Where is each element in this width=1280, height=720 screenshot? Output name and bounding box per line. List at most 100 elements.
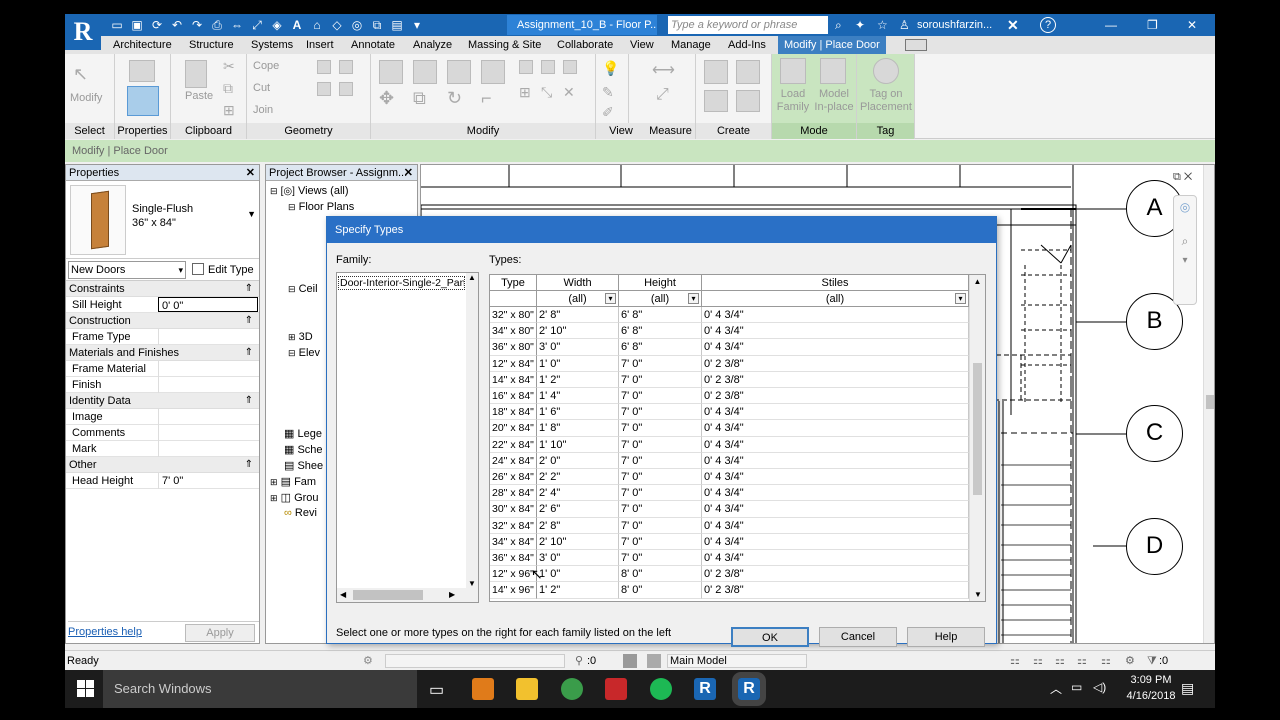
table-row[interactable]: 32" x 80" 2' 8" 6' 8" 0' 4 3/4": [490, 307, 969, 324]
property-value[interactable]: [158, 425, 258, 441]
table-row[interactable]: 16" x 84" 1' 4" 7' 0" 0' 2 3/8": [490, 388, 969, 405]
collapse-icon[interactable]: ⊟: [270, 186, 278, 196]
tab-manage[interactable]: Manage: [671, 36, 711, 54]
table-row[interactable]: 34" x 80" 2' 10" 6' 8" 0' 4 3/4": [490, 323, 969, 340]
cut-geometry-button[interactable]: Cut: [253, 82, 270, 94]
scroll-down-icon[interactable]: ▼: [466, 579, 478, 588]
property-value[interactable]: 0' 0": [158, 297, 258, 312]
sketchup-icon[interactable]: [605, 678, 627, 700]
wall-joins-icon[interactable]: [317, 82, 331, 96]
property-value[interactable]: [158, 377, 258, 393]
collapse-icon[interactable]: ⇑: [245, 393, 253, 409]
tab-add-ins[interactable]: Add-Ins: [728, 36, 766, 54]
windows-start-icon[interactable]: [77, 680, 95, 698]
filter-dropdown-icon[interactable]: ▾: [178, 262, 183, 278]
zoom-icon[interactable]: ⌕: [1174, 234, 1196, 249]
background-process-icon[interactable]: ⚙: [1125, 651, 1135, 670]
filter-height[interactable]: (all) ▾: [619, 291, 702, 307]
tree-item-schedules[interactable]: ▦ Sche: [284, 443, 323, 456]
create-similar-icon[interactable]: [736, 90, 760, 112]
taskbar-search[interactable]: Search Windows: [103, 670, 417, 708]
tab-systems[interactable]: Systems: [251, 36, 293, 54]
scroll-down-icon[interactable]: ▼: [970, 590, 985, 599]
tag-placement-icon[interactable]: [873, 58, 899, 84]
task-view-icon[interactable]: ▭: [429, 680, 444, 700]
load-family-button[interactable]: Load Family: [774, 88, 812, 114]
tab-view[interactable]: View: [630, 36, 654, 54]
tree-item-views[interactable]: ⊟ [◎] Views (all): [270, 185, 349, 197]
user-icon[interactable]: ♙: [899, 14, 910, 36]
zoom-dropdown-icon[interactable]: ▾: [1174, 255, 1196, 266]
restore-view-icon[interactable]: ⧉: [1173, 171, 1181, 183]
volume-icon[interactable]: ◁): [1093, 680, 1106, 694]
scroll-up-icon[interactable]: ▲: [466, 273, 478, 282]
table-row[interactable]: 34" x 84" 2' 10" 7' 0" 0' 4 3/4": [490, 533, 969, 550]
network-icon[interactable]: ▭: [1071, 680, 1082, 694]
section-icon[interactable]: ◇: [327, 16, 347, 34]
collapse-icon[interactable]: ⊟: [288, 202, 296, 212]
modify-button[interactable]: Modify: [70, 92, 102, 104]
table-row[interactable]: 12" x 84" 1' 0" 7' 0" 0' 2 3/8": [490, 355, 969, 372]
panel-toggle-icon[interactable]: [905, 39, 927, 51]
binoculars-icon[interactable]: ⌕: [835, 14, 842, 36]
properties-palette-icon[interactable]: [127, 86, 159, 116]
collapse-icon[interactable]: ⇑: [245, 313, 253, 329]
table-row[interactable]: 22" x 84" 1' 10" 7' 0" 0' 4 3/4": [490, 436, 969, 453]
revit-active-icon[interactable]: R: [732, 672, 766, 706]
family-list-vscroll[interactable]: ▲ ▼: [466, 273, 478, 588]
offset-icon[interactable]: [413, 60, 437, 84]
3d-view-icon[interactable]: ⌂: [307, 16, 327, 34]
close-icon[interactable]: ✕: [246, 165, 255, 181]
close-button[interactable]: ✕: [1187, 14, 1197, 36]
match-icon[interactable]: ⊞: [223, 102, 235, 119]
sync-icon[interactable]: ⟳: [147, 16, 167, 34]
chevron-down-icon[interactable]: ▾: [605, 293, 616, 304]
table-row[interactable]: 32" x 84" 2' 8" 7' 0" 0' 4 3/4": [490, 517, 969, 534]
load-family-icon[interactable]: [780, 58, 806, 84]
collapse-icon[interactable]: ⇑: [245, 281, 253, 297]
move-icon[interactable]: ✥: [379, 88, 394, 109]
rotate-icon[interactable]: ↻: [447, 88, 462, 109]
notifications-icon[interactable]: ▤: [1181, 680, 1194, 697]
collapse-icon[interactable]: ⇑: [245, 457, 253, 473]
print-icon[interactable]: ⎙: [207, 16, 227, 34]
types-scroll-thumb[interactable]: [973, 363, 982, 495]
copy-element-icon[interactable]: ⧉: [413, 88, 426, 109]
table-row[interactable]: 36" x 84" 3' 0" 7' 0" 0' 4 3/4": [490, 550, 969, 567]
tree-item-ceiling[interactable]: ⊟ Ceil: [288, 283, 318, 295]
workset-select[interactable]: [385, 654, 565, 668]
collapse-icon[interactable]: ⊟: [288, 284, 296, 294]
minimize-button[interactable]: —: [1105, 14, 1117, 36]
tab-massing-site[interactable]: Massing & Site: [468, 36, 541, 54]
create-assembly-icon[interactable]: [704, 90, 728, 112]
close-icon[interactable]: ✕: [404, 165, 413, 181]
tab-insert[interactable]: Insert: [306, 36, 334, 54]
hscroll-thumb[interactable]: [353, 590, 423, 600]
paint-icon[interactable]: [339, 60, 353, 74]
exchange-apps-icon[interactable]: ✕: [1007, 14, 1019, 36]
filter-stiles[interactable]: (all) ▾: [702, 291, 969, 307]
trim-icon[interactable]: ⌐: [481, 88, 492, 109]
help-icon[interactable]: ?: [1040, 17, 1056, 33]
property-value[interactable]: [158, 361, 258, 377]
subscription-icon[interactable]: ✦: [855, 14, 865, 36]
sublime-app-icon[interactable]: [472, 678, 494, 700]
revit-app-icon[interactable]: R: [694, 678, 716, 700]
panel-label-select[interactable]: Select: [65, 123, 114, 139]
copy-icon[interactable]: ⧉: [223, 80, 233, 97]
pin-icon[interactable]: [563, 60, 577, 74]
cope-button[interactable]: Cope: [253, 60, 279, 72]
qat-dropdown-icon[interactable]: ▾: [407, 16, 427, 34]
dimension-icon[interactable]: ⤢: [247, 16, 267, 34]
revit-logo[interactable]: R: [65, 14, 101, 50]
thin-lines-icon[interactable]: ◎: [347, 16, 367, 34]
table-row[interactable]: 26" x 84" 2' 2" 7' 0" 0' 4 3/4": [490, 469, 969, 486]
aligned-dimension-icon[interactable]: ⤢: [656, 86, 669, 104]
hide-icon[interactable]: 💡: [602, 60, 619, 77]
paste-icon[interactable]: [185, 60, 207, 88]
filter-width[interactable]: (all) ▾: [537, 291, 619, 307]
close-hidden-icon[interactable]: ⧉: [367, 16, 387, 34]
tree-item-revit-links[interactable]: ∞ Revi: [284, 507, 317, 519]
vertical-scrollbar[interactable]: [1203, 165, 1214, 643]
tab-architecture[interactable]: Architecture: [113, 36, 172, 54]
